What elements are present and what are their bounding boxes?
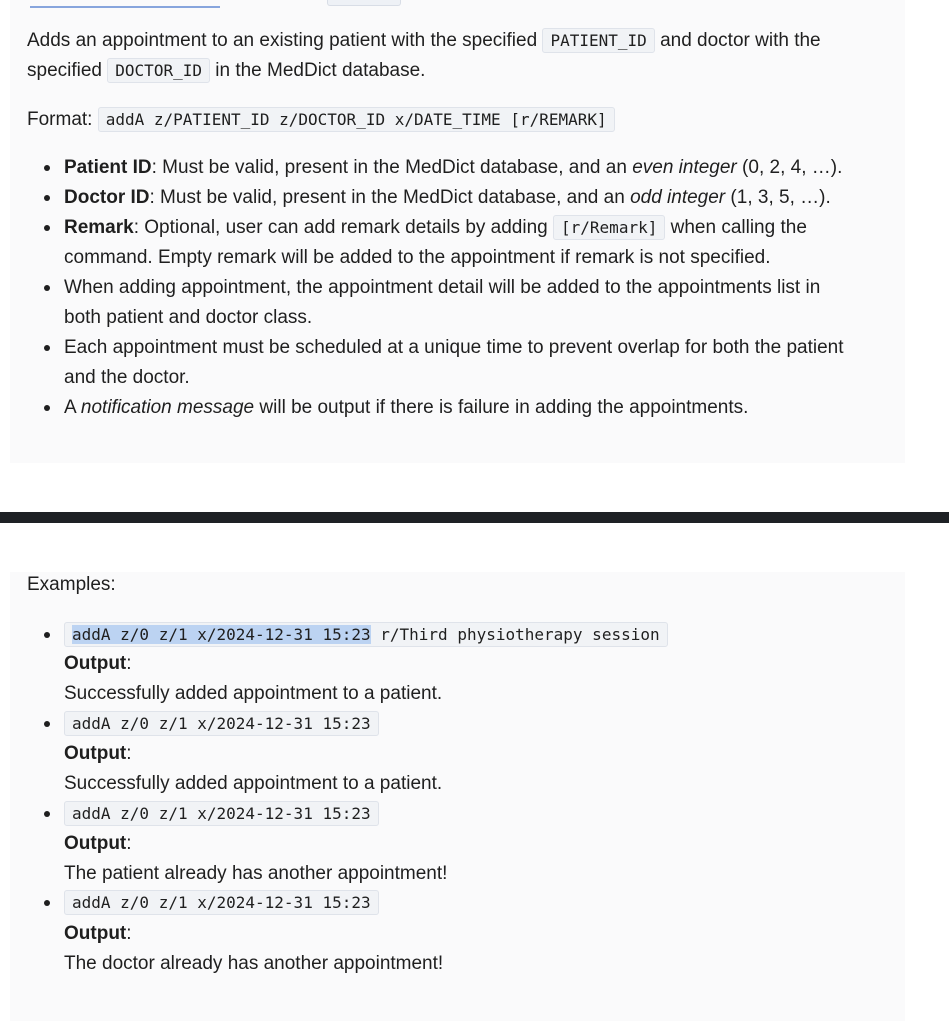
bullet-icon bbox=[44, 345, 50, 351]
example-3-command[interactable]: addA z/0 z/1 x/2024-12-31 15:23 bbox=[64, 799, 379, 829]
example-3-code[interactable]: addA z/0 z/1 x/2024-12-31 15:23 bbox=[64, 801, 379, 826]
example-4-output-label: Output: bbox=[64, 923, 132, 944]
bullet-icon bbox=[44, 721, 50, 727]
bullet-icon bbox=[44, 225, 50, 231]
example-1-output: Successfully added appointment to a pati… bbox=[64, 683, 443, 704]
format-line: Format: addA z/PATIENT_ID z/DOCTOR_ID x/… bbox=[27, 105, 615, 135]
rule-remark: Remark: Optional, user can add remark de… bbox=[64, 215, 807, 240]
bullet-icon bbox=[44, 900, 50, 906]
bullet-icon bbox=[44, 632, 50, 638]
heading-code-chip-fragment bbox=[327, 0, 401, 6]
example-3-output: The patient already has another appointm… bbox=[64, 863, 448, 884]
patient-id-code: PATIENT_ID bbox=[542, 28, 655, 53]
example-1-output-label: Output: bbox=[64, 653, 132, 674]
bullet-icon bbox=[44, 195, 50, 201]
rule-adding-line-2: both patient and doctor class. bbox=[64, 307, 313, 328]
example-1-code[interactable]: addA z/0 z/1 x/2024-12-31 15:23 r/Third … bbox=[64, 622, 668, 647]
intro-line-2: specified DOCTOR_ID in the MedDict datab… bbox=[27, 58, 426, 83]
example-4-output: The doctor already has another appointme… bbox=[64, 953, 444, 974]
example-2-output: Successfully added appointment to a pati… bbox=[64, 773, 443, 794]
section-divider bbox=[0, 512, 949, 523]
bullet-icon bbox=[44, 285, 50, 291]
rule-doctor-id: Doctor ID: Must be valid, present in the… bbox=[64, 187, 831, 208]
format-code: addA z/PATIENT_ID z/DOCTOR_ID x/DATE_TIM… bbox=[97, 107, 615, 132]
rule-unique-line-1: Each appointment must be scheduled at a … bbox=[64, 337, 844, 358]
example-3-output-label: Output: bbox=[64, 833, 132, 854]
rule-unique-line-2: and the doctor. bbox=[64, 367, 190, 388]
format-label: Format: bbox=[27, 109, 93, 130]
rule-notification: A notification message will be output if… bbox=[64, 397, 749, 418]
intro-line-1: Adds an appointment to an existing patie… bbox=[27, 28, 821, 53]
example-2-output-label: Output: bbox=[64, 743, 132, 764]
rule-patient-id: Patient ID: Must be valid, present in th… bbox=[64, 157, 843, 178]
rule-adding-line-1: When adding appointment, the appointment… bbox=[64, 277, 821, 298]
example-1-command[interactable]: addA z/0 z/1 x/2024-12-31 15:23 r/Third … bbox=[64, 620, 668, 650]
bullet-icon bbox=[44, 165, 50, 171]
example-2-command[interactable]: addA z/0 z/1 x/2024-12-31 15:23 bbox=[64, 709, 379, 739]
examples-heading: Examples: bbox=[27, 574, 116, 595]
bullet-icon bbox=[44, 405, 50, 411]
selected-text[interactable]: addA z/0 z/1 x/2024-12-31 15:23 bbox=[72, 625, 371, 644]
doctor-id-code: DOCTOR_ID bbox=[107, 58, 210, 83]
example-4-command[interactable]: addA z/0 z/1 x/2024-12-31 15:23 bbox=[64, 888, 379, 918]
remark-code: [r/Remark] bbox=[553, 215, 666, 240]
example-2-code[interactable]: addA z/0 z/1 x/2024-12-31 15:23 bbox=[64, 711, 379, 736]
rule-remark-line-2: command. Empty remark will be added to t… bbox=[64, 247, 771, 268]
bullet-icon bbox=[44, 811, 50, 817]
example-4-code[interactable]: addA z/0 z/1 x/2024-12-31 15:23 bbox=[64, 890, 379, 915]
section-heading-fragment bbox=[30, 0, 220, 8]
